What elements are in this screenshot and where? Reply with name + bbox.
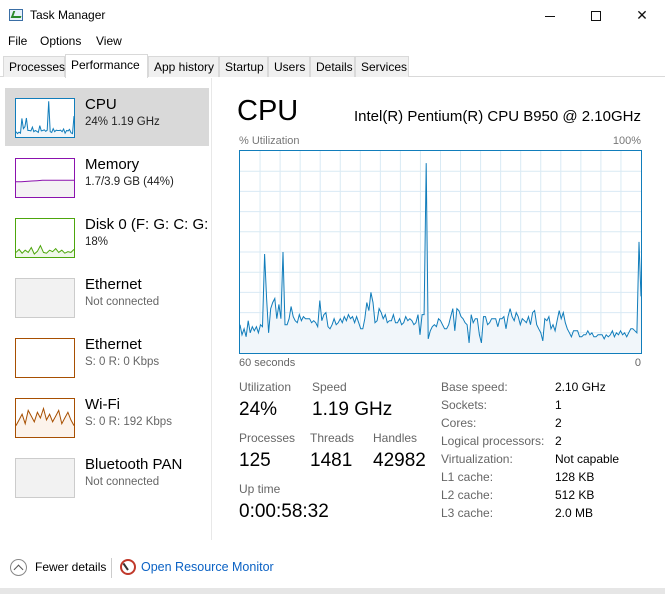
wifi-thumbnail-graph [15, 398, 75, 438]
fewer-details-button[interactable]: Fewer details [35, 560, 106, 574]
cores-value: 2 [555, 416, 562, 430]
l1-cache-value: 128 KB [555, 470, 595, 484]
close-icon: ✕ [636, 7, 648, 23]
minimize-icon [545, 15, 555, 17]
resource-monitor-icon[interactable] [120, 559, 136, 575]
spark-memory-area [16, 180, 74, 197]
maximize-button[interactable] [573, 0, 619, 31]
logical-processors-value: 2 [555, 434, 562, 448]
sidebar-item-bluetooth-pan[interactable]: Bluetooth PAN Not connected [5, 448, 209, 506]
minimize-button[interactable] [527, 0, 573, 31]
footer-divider [111, 558, 112, 578]
tab-services[interactable]: Services [355, 56, 409, 77]
sidebar-item-sub: Not connected [85, 296, 160, 308]
processes-value: 125 [239, 450, 271, 471]
sidebar-item-sub: 18% [85, 236, 109, 248]
bluetooth-thumbnail-graph [15, 458, 75, 498]
uptime-value: 0:00:58:32 [239, 501, 329, 522]
sidebar-item-sub: Not connected [85, 476, 160, 488]
ethernet-thumbnail-graph [15, 278, 75, 318]
spark-cpu-area [16, 101, 74, 137]
sidebar-item-disk[interactable]: Disk 0 (F: G: C: G: F 18% [5, 208, 213, 266]
title-bar[interactable]: Task Manager ✕ [0, 0, 665, 31]
utilization-value: 24% [239, 399, 278, 420]
page-title: CPU [237, 95, 299, 127]
tab-performance[interactable]: Performance [65, 54, 148, 78]
window-bottom-edge [0, 588, 665, 594]
sidebar-item-cpu[interactable]: CPU 24% 1.19 GHz [5, 88, 209, 146]
sidebar-item-label: Memory [85, 156, 140, 173]
tab-processes[interactable]: Processes [3, 56, 65, 77]
virtualization-label: Virtualization: [441, 452, 513, 466]
maximize-icon [591, 11, 601, 22]
menu-view[interactable]: View [96, 34, 122, 48]
tab-details[interactable]: Details [310, 56, 355, 77]
wifi-sparkline [16, 406, 74, 437]
l3-cache-value: 2.0 MB [555, 506, 594, 520]
sidebar-item-sub: 24% 1.19 GHz [85, 116, 160, 128]
memory-thumbnail-graph [15, 158, 75, 198]
tab-app-history[interactable]: App history [148, 56, 219, 77]
sidebar-item-label: Disk 0 (F: G: C: G: F [85, 216, 213, 233]
sidebar-item-label: Bluetooth PAN [85, 456, 183, 473]
open-resource-monitor-link[interactable]: Open Resource Monitor [141, 560, 274, 574]
sidebar-item-sub: S: 0 R: 192 Kbps [85, 416, 172, 428]
cpu-sparkline [16, 101, 74, 137]
threads-value: 1481 [310, 450, 353, 471]
speed-label: Speed [312, 380, 347, 394]
cpu-model-name: Intel(R) Pentium(R) CPU B950 @ 2.10GHz [354, 108, 641, 125]
tab-startup[interactable]: Startup [219, 56, 268, 77]
cpu-thumbnail-graph [15, 98, 75, 138]
utilization-label: Utilization [239, 380, 292, 394]
task-manager-app-icon [9, 9, 23, 21]
disk-sparkline [16, 244, 74, 257]
l2-cache-label: L2 cache: [441, 488, 494, 502]
menu-file[interactable]: File [8, 34, 27, 48]
sidebar-item-label: Wi-Fi [85, 396, 120, 413]
logical-processors-label: Logical processors: [441, 434, 545, 448]
sidebar-item-memory[interactable]: Memory 1.7/3.9 GB (44%) [5, 148, 209, 206]
menu-options[interactable]: Options [40, 34, 81, 48]
performance-sidebar: CPU 24% 1.19 GHz Memory 1.7/3.9 GB (44%)… [0, 78, 213, 540]
sidebar-item-label: Ethernet [85, 336, 142, 353]
sockets-label: Sockets: [441, 398, 488, 412]
l1-cache-label: L1 cache: [441, 470, 494, 484]
sockets-value: 1 [555, 398, 562, 412]
sidebar-item-sub: 1.7/3.9 GB (44%) [85, 176, 174, 188]
ethernet-thumbnail-graph [15, 338, 75, 378]
disk-thumbnail-graph [15, 218, 75, 258]
threads-label: Threads [310, 431, 355, 445]
tab-bar: Processes Performance App history Startu… [0, 54, 665, 78]
sidebar-item-sub: S: 0 R: 0 Kbps [85, 356, 160, 368]
l3-cache-label: L3 cache: [441, 506, 494, 520]
virtualization-value: Not capable [555, 452, 620, 466]
chevron-up-icon[interactable] [10, 559, 27, 576]
tab-users[interactable]: Users [268, 56, 310, 77]
sidebar-item-ethernet-2[interactable]: Ethernet S: 0 R: 0 Kbps [5, 328, 209, 386]
cpu-utilization-graph [239, 150, 642, 354]
cores-label: Cores: [441, 416, 477, 430]
window-title: Task Manager [30, 8, 106, 22]
sidebar-item-ethernet-1[interactable]: Ethernet Not connected [5, 268, 209, 326]
utilization-axis-label: % Utilization [239, 135, 300, 147]
processes-label: Processes [239, 431, 296, 445]
uptime-label: Up time [239, 482, 281, 496]
cpu-detail-panel: CPU Intel(R) Pentium(R) CPU B950 @ 2.10G… [230, 78, 650, 540]
cpu-utilization-chart [239, 151, 642, 353]
footer-bar: Fewer details Open Resource Monitor [0, 552, 665, 584]
sidebar-item-label: Ethernet [85, 276, 142, 293]
sidebar-item-wifi[interactable]: Wi-Fi S: 0 R: 192 Kbps [5, 388, 209, 446]
base-speed-label: Base speed: [441, 380, 508, 394]
base-speed-value: 2.10 GHz [555, 380, 606, 394]
speed-value: 1.19 GHz [312, 399, 393, 420]
utilization-max-label: 100% [612, 135, 641, 147]
handles-label: Handles [373, 431, 418, 445]
time-axis-right-label: 0 [634, 357, 641, 369]
close-button[interactable]: ✕ [619, 0, 665, 31]
time-axis-left-label: 60 seconds [239, 357, 296, 369]
handles-value: 42982 [373, 450, 426, 471]
l2-cache-value: 512 KB [555, 488, 595, 502]
sidebar-item-label: CPU [85, 96, 117, 113]
memory-sparkline [16, 179, 74, 197]
